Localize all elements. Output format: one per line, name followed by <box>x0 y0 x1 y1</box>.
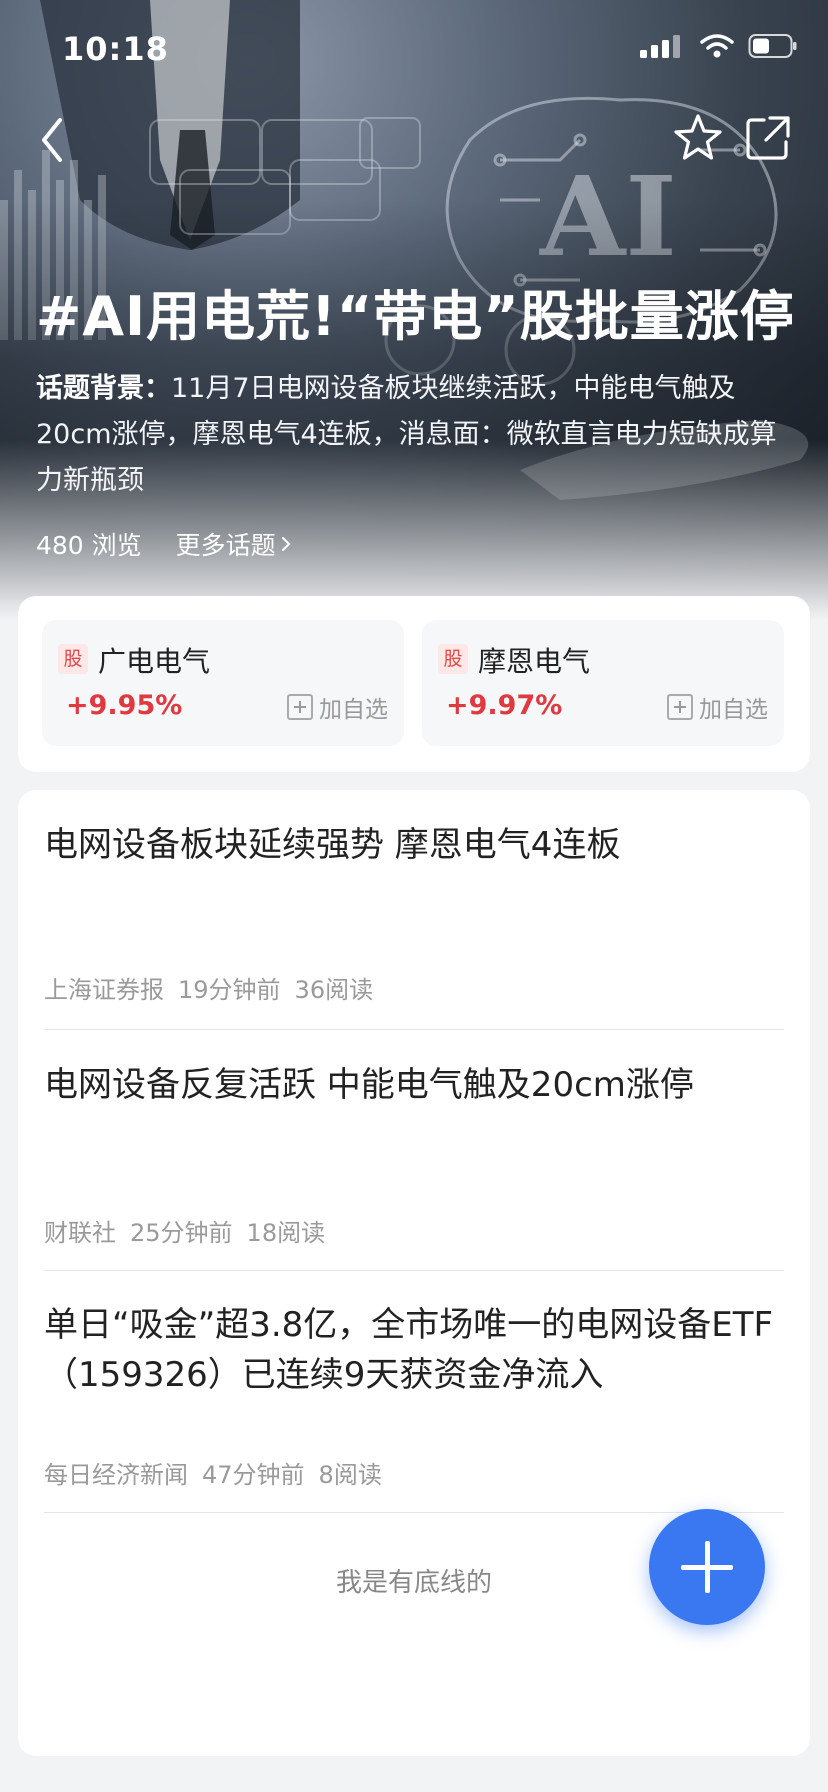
stock-tag-icon: 股 <box>58 644 88 674</box>
stock-item[interactable]: 股 摩恩电气 +9.97% 加自选 <box>422 620 784 746</box>
divider <box>44 1270 784 1271</box>
stock-name: 摩恩电气 <box>478 645 591 678</box>
share-icon[interactable] <box>740 110 796 166</box>
topic-meta: 480 浏览 更多话题 <box>36 526 292 562</box>
view-count: 480 浏览 <box>36 531 142 560</box>
add-box-icon <box>287 694 313 720</box>
topic-background-label: 话题背景： <box>36 373 171 404</box>
news-meta: 上海证券报 19分钟前 36阅读 <box>44 970 373 1005</box>
news-time: 25分钟前 <box>130 1219 233 1247</box>
topic-background: 话题背景：11月7日电网设备板块继续活跃，中能电气触及20cm涨停，摩恩电气4连… <box>36 366 796 504</box>
news-title: 电网设备反复活跃 中能电气触及20cm涨停 <box>44 1065 694 1105</box>
related-stocks-card: 股 广电电气 +9.95% 加自选 股 摩恩电气 +9.97% 加自选 <box>18 596 810 772</box>
news-meta: 财联社 25分钟前 18阅读 <box>44 1213 325 1248</box>
news-meta: 每日经济新闻 47分钟前 8阅读 <box>44 1455 382 1490</box>
more-topics-link[interactable]: 更多话题 <box>176 526 292 562</box>
stock-change: +9.95% <box>66 690 183 721</box>
more-topics-label: 更多话题 <box>175 531 276 560</box>
news-reads: 8阅读 <box>318 1461 382 1489</box>
stock-change: +9.97% <box>446 690 563 721</box>
status-time: 10:18 <box>62 30 169 68</box>
battery-icon <box>748 34 797 58</box>
stock-item[interactable]: 股 广电电气 +9.95% 加自选 <box>42 620 404 746</box>
status-bar: 10:18 <box>0 0 828 96</box>
add-box-icon <box>667 694 693 720</box>
news-title: 单日“吸金”超3.8亿，全市场唯一的电网设备ETF（159326）已连续9天获资… <box>44 1305 774 1395</box>
topic-title: #AI用电荒!“带电”股批量涨停 <box>36 285 795 348</box>
star-icon[interactable] <box>670 110 726 166</box>
signal-icon <box>640 35 680 58</box>
wifi-icon <box>700 34 734 58</box>
news-time: 19分钟前 <box>178 976 281 1004</box>
divider <box>44 1029 784 1030</box>
stock-name: 广电电气 <box>98 645 211 678</box>
add-watchlist-label: 加自选 <box>699 697 768 723</box>
topic-header: AI 10:18 <box>0 0 828 620</box>
news-item[interactable]: 单日“吸金”超3.8亿，全市场唯一的电网设备ETF（159326）已连续9天获资… <box>44 1300 784 1490</box>
news-time: 47分钟前 <box>202 1461 305 1489</box>
news-item[interactable]: 电网设备反复活跃 中能电气触及20cm涨停 财联社 25分钟前 18阅读 <box>44 1060 784 1250</box>
add-watchlist-button[interactable]: 加自选 <box>287 690 388 724</box>
stock-tag-icon: 股 <box>438 644 468 674</box>
divider <box>44 1512 784 1513</box>
news-reads: 36阅读 <box>294 976 374 1004</box>
news-source: 每日经济新闻 <box>44 1461 188 1489</box>
back-arrow-icon[interactable] <box>32 110 82 170</box>
add-watchlist-label: 加自选 <box>319 697 388 723</box>
news-source: 上海证券报 <box>44 976 164 1004</box>
news-item[interactable]: 电网设备板块延续强势 摩恩电气4连板 上海证券报 19分钟前 36阅读 <box>44 820 784 1010</box>
chevron-right-icon <box>281 537 291 551</box>
plus-icon[interactable] <box>649 1509 765 1625</box>
add-watchlist-button[interactable]: 加自选 <box>667 690 768 724</box>
news-source: 财联社 <box>44 1219 116 1247</box>
news-reads: 18阅读 <box>246 1219 326 1247</box>
news-title: 电网设备板块延续强势 摩恩电气4连板 <box>44 825 621 865</box>
status-icons <box>638 32 798 60</box>
